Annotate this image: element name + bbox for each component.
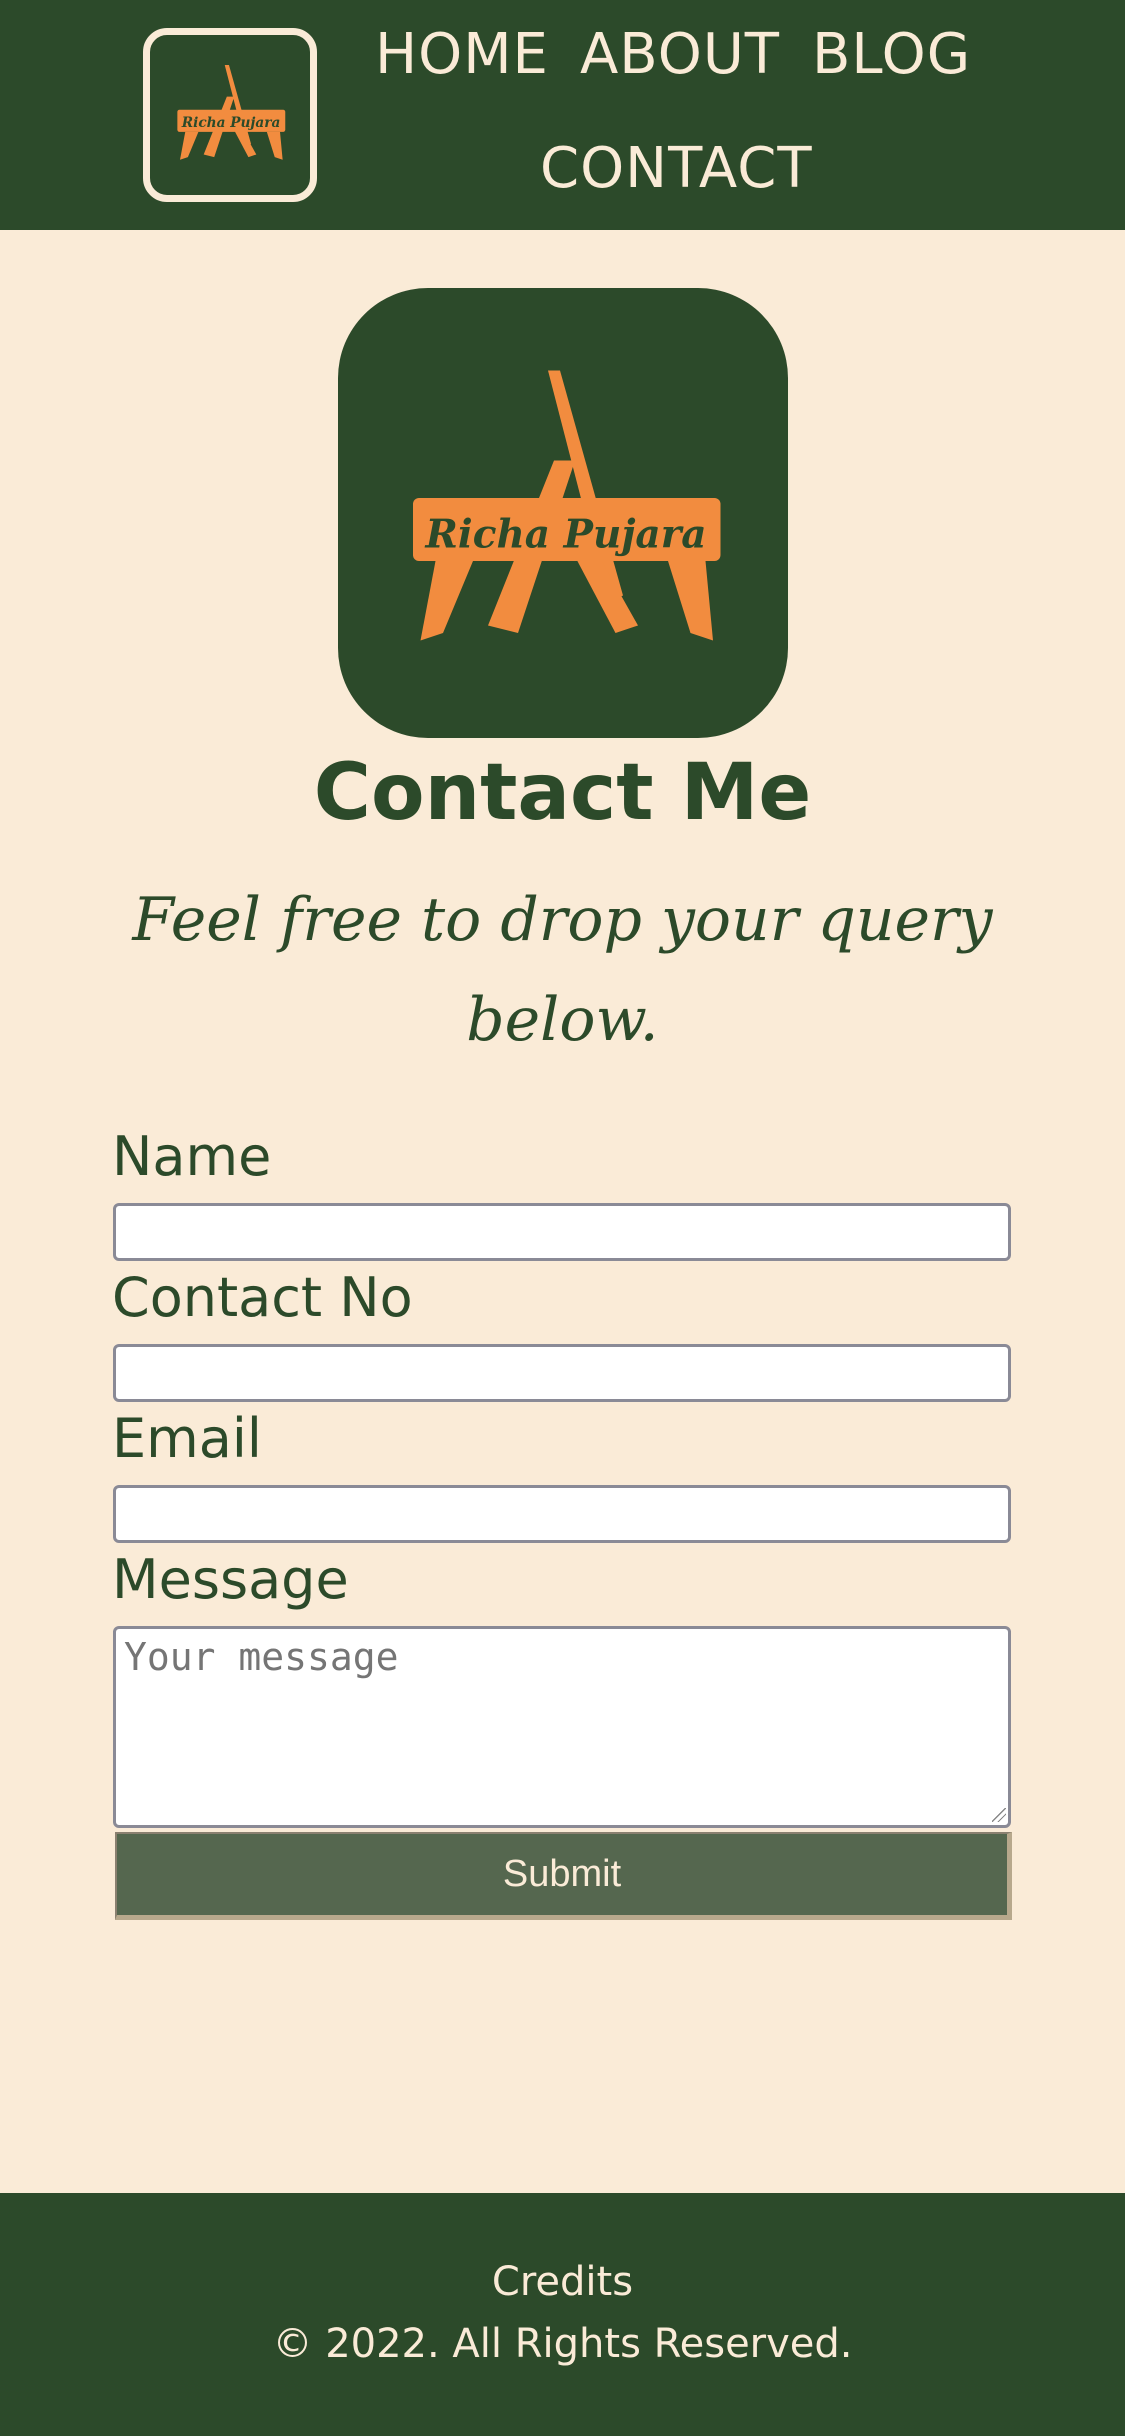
- name-input[interactable]: [113, 1203, 1011, 1261]
- svg-text:Richa Pujara: Richa Pujara: [181, 115, 281, 131]
- message-wrapper: [112, 1626, 1012, 1828]
- submit-button[interactable]: Submit: [115, 1832, 1012, 1920]
- contact-label: Contact No: [112, 1266, 413, 1329]
- hero-logo: Richa Pujara: [338, 288, 788, 738]
- main-nav: HOME ABOUT BLOG CONTACT: [360, 0, 1000, 230]
- credits-link[interactable]: Credits: [0, 2259, 1125, 2305]
- svg-text:Richa Pujara: Richa Pujara: [424, 512, 706, 558]
- page-subtitle: Feel free to drop your query below.: [132, 885, 993, 1055]
- copyright-text: © 2022. All Rights Reserved.: [272, 2321, 853, 2367]
- header-logo[interactable]: Richa Pujara: [143, 28, 317, 202]
- page-title: Contact Me: [313, 748, 812, 838]
- resize-handle-icon[interactable]: [992, 1808, 1006, 1822]
- message-textarea[interactable]: [113, 1626, 1011, 1828]
- nav-blog[interactable]: BLOG: [812, 22, 971, 87]
- nav-contact[interactable]: CONTACT: [540, 136, 813, 201]
- email-label: Email: [112, 1407, 262, 1470]
- nav-home[interactable]: HOME: [375, 22, 549, 87]
- contact-input[interactable]: [113, 1344, 1011, 1402]
- site-footer: Credits © 2022. All Rights Reserved.: [0, 2193, 1125, 2436]
- easel-logo-icon: Richa Pujara: [177, 65, 286, 160]
- message-label: Message: [112, 1548, 349, 1611]
- nav-about[interactable]: ABOUT: [580, 22, 780, 87]
- easel-logo-icon: Richa Pujara: [413, 370, 721, 641]
- email-input[interactable]: [113, 1485, 1011, 1543]
- site-header: Richa Pujara HOME ABOUT BLOG CONTACT: [0, 0, 1125, 230]
- name-label: Name: [112, 1125, 272, 1188]
